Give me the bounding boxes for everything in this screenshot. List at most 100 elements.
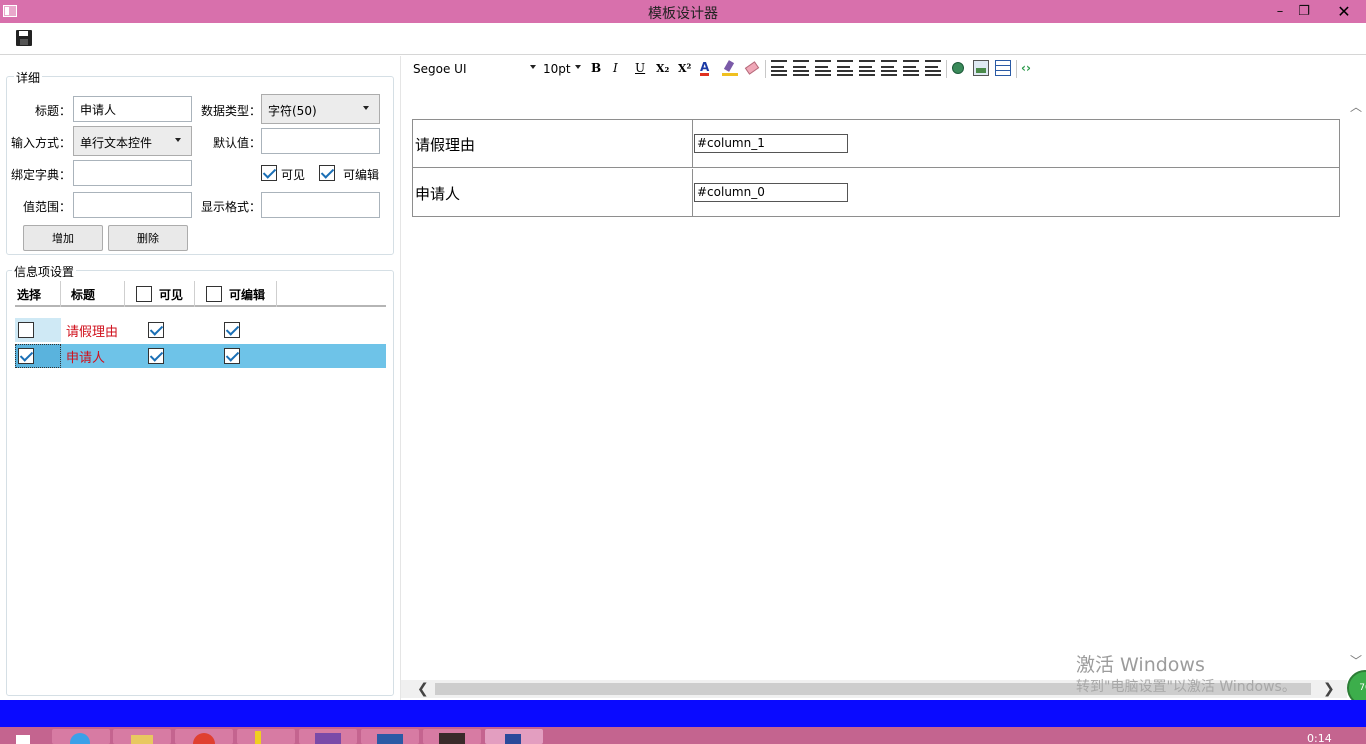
table-icon[interactable] <box>995 60 1011 76</box>
info-group: 信息项设置 选择 标题 可见 可编辑 请假理由 申请人 <box>6 263 394 696</box>
title-field[interactable]: 申请人 <box>73 96 192 122</box>
placeholder-field[interactable]: #column_1 <box>694 134 848 153</box>
row-label: 请假理由 <box>415 136 476 154</box>
format-label: 显示格式： <box>200 200 261 214</box>
add-button[interactable]: 增加 <box>23 225 103 251</box>
designer-app-icon[interactable] <box>485 729 543 744</box>
activation-watermark-text: 转到"电脑设置"以激活 Windows。 <box>1076 679 1296 695</box>
title-bar: 模板设计器 – ❐ ✕ <box>0 0 1366 23</box>
table-row[interactable]: 申请人 <box>15 344 386 368</box>
align-left-icon[interactable] <box>859 60 875 76</box>
row-select-checkbox[interactable] <box>18 322 34 338</box>
dict-field[interactable] <box>73 160 192 186</box>
toolbar-separator <box>765 60 766 78</box>
restore-button[interactable]: ❐ <box>1290 0 1318 23</box>
save-icon[interactable] <box>16 30 32 46</box>
detail-legend: 详细 <box>14 69 43 86</box>
align-justify-icon[interactable] <box>925 60 941 76</box>
document-table[interactable]: 请假理由 #column_1 申请人 #column_0 <box>412 119 1340 217</box>
minimize-icon: – <box>1276 4 1284 19</box>
scroll-down-icon[interactable]: ﹀ <box>1350 652 1362 669</box>
chevron-down-icon <box>175 138 181 142</box>
input-method-select[interactable]: 单行文本控件 <box>73 126 192 156</box>
table-row[interactable]: 请假理由 <box>15 318 386 342</box>
eraser-icon[interactable] <box>744 60 760 76</box>
align-right-icon[interactable] <box>903 60 919 76</box>
info-legend: 信息项设置 <box>12 263 77 280</box>
outdent-icon[interactable] <box>771 60 787 76</box>
delete-button[interactable]: 删除 <box>108 225 188 251</box>
table-row: 申请人 #column_0 <box>413 169 1339 217</box>
editable-label: 可编辑 <box>343 168 380 182</box>
chrome-icon[interactable] <box>175 729 233 744</box>
input-method-label: 输入方式： <box>10 136 71 150</box>
font-value: Segoe UI <box>413 62 467 76</box>
header-editable: 可编辑 <box>195 281 277 307</box>
photo-icon[interactable] <box>423 729 481 744</box>
row-editable-checkbox[interactable] <box>224 348 240 364</box>
chevron-down-icon <box>530 65 536 69</box>
visual-studio-icon[interactable] <box>299 729 357 744</box>
close-button[interactable]: ✕ <box>1322 0 1366 23</box>
underline-button[interactable]: U <box>635 60 645 76</box>
editable-checkbox[interactable] <box>319 165 335 181</box>
range-field[interactable] <box>73 192 192 218</box>
folder-icon[interactable] <box>113 729 171 744</box>
row-select-checkbox[interactable] <box>18 348 34 364</box>
row-label: 申请人 <box>415 185 461 203</box>
cell-divider <box>692 169 693 217</box>
word-icon[interactable] <box>361 729 419 744</box>
chevron-down-icon <box>363 106 369 110</box>
subscript-button[interactable]: X₂ <box>656 60 669 76</box>
visible-checkbox[interactable] <box>261 165 277 181</box>
align-center-icon[interactable] <box>881 60 897 76</box>
window-title: 模板设计器 <box>648 6 718 22</box>
activation-watermark-title: 激活 Windows <box>1076 654 1205 676</box>
default-label: 默认值： <box>212 136 261 150</box>
source-code-icon[interactable]: ‹› <box>1021 60 1031 76</box>
font-select[interactable]: Segoe UI <box>413 61 541 77</box>
app-toolbar <box>0 23 1366 55</box>
indent-icon[interactable] <box>793 60 809 76</box>
left-panel: 详细 标题： 申请人 数据类型： 字符(50) 输入方式： 单行文本控件 默认值… <box>0 56 400 700</box>
highlight-icon[interactable] <box>722 60 738 76</box>
input-method-value: 单行文本控件 <box>80 136 153 150</box>
link-icon[interactable] <box>951 60 967 76</box>
browser-icon[interactable] <box>52 729 110 744</box>
header-select[interactable]: 选择 <box>15 281 61 307</box>
image-icon[interactable] <box>973 60 989 76</box>
format-field[interactable] <box>261 192 380 218</box>
datatype-value: 字符(50) <box>268 104 317 118</box>
header-title[interactable]: 标题 <box>61 281 125 307</box>
bullet-list-icon[interactable] <box>815 60 831 76</box>
italic-button[interactable]: I <box>613 60 618 76</box>
row-visible-checkbox[interactable] <box>148 322 164 338</box>
visible-label: 可见 <box>281 168 306 182</box>
table-row: 请假理由 #column_1 <box>413 120 1339 168</box>
blue-bar <box>0 700 1366 727</box>
toolbar-separator <box>1016 60 1017 78</box>
pencil-icon[interactable] <box>237 729 295 744</box>
grid-header: 选择 标题 可见 可编辑 <box>15 281 386 307</box>
size-select[interactable]: 10pt <box>543 61 583 77</box>
datatype-select[interactable]: 字符(50) <box>261 94 380 124</box>
scroll-up-icon[interactable]: ︿ <box>1350 98 1362 115</box>
restore-icon: ❐ <box>1298 4 1310 19</box>
superscript-button[interactable]: X² <box>678 60 691 76</box>
row-editable-checkbox[interactable] <box>224 322 240 338</box>
chevron-down-icon <box>575 65 581 69</box>
bold-button[interactable]: B <box>591 60 601 76</box>
start-icon[interactable] <box>4 729 40 744</box>
clock[interactable]: 0:14 <box>1307 732 1332 744</box>
scroll-right-icon[interactable]: ❯ <box>1323 681 1335 697</box>
toolbar-separator <box>946 60 947 78</box>
placeholder-field[interactable]: #column_0 <box>694 183 848 202</box>
default-field[interactable] <box>261 128 380 154</box>
row-visible-checkbox[interactable] <box>148 348 164 364</box>
font-color-button[interactable]: A <box>700 60 710 76</box>
dict-label: 绑定字典： <box>10 168 71 182</box>
format-toolbar: Segoe UI 10pt B I U X₂ X² A ‹› <box>401 56 1366 80</box>
scroll-left-icon[interactable]: ❮ <box>417 681 429 697</box>
numbered-list-icon[interactable] <box>837 60 853 76</box>
title-label: 标题： <box>34 104 71 118</box>
